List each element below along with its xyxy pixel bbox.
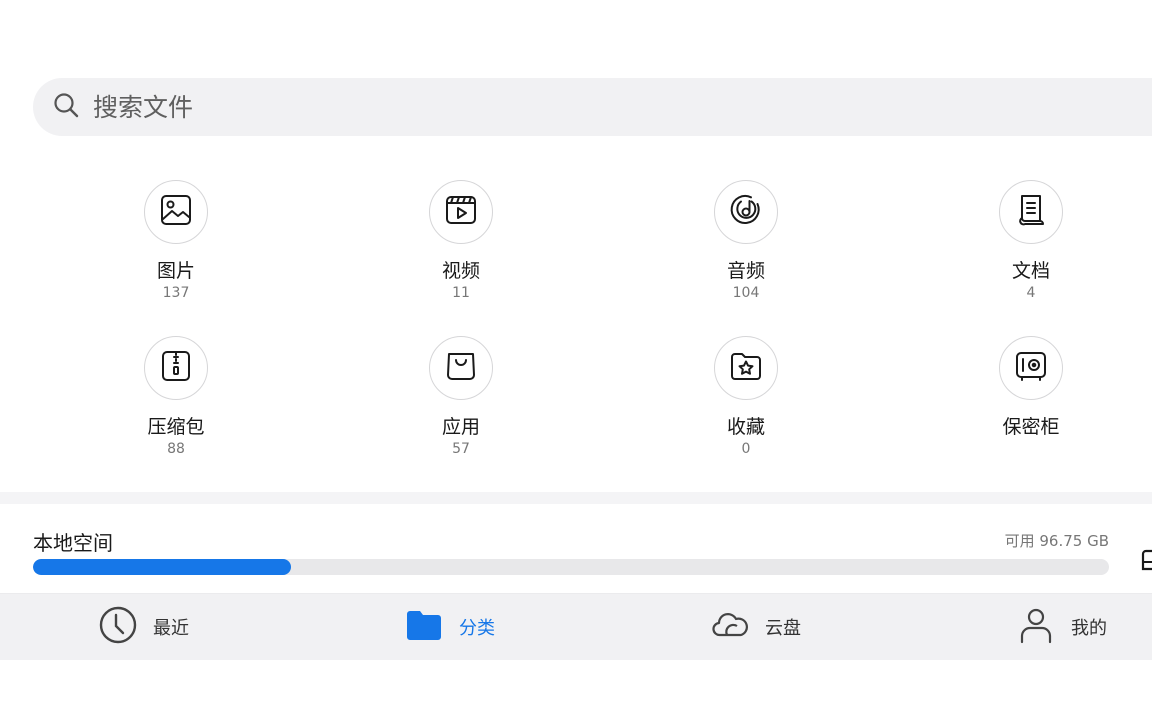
category-icon-circle: [429, 180, 493, 244]
category-icon-circle: [999, 336, 1063, 400]
category-label: 收藏: [726, 416, 765, 438]
category-documents[interactable]: 文档 4: [951, 180, 1111, 302]
storage-progress-bar: [33, 559, 1109, 575]
star-folder-icon: [729, 349, 763, 387]
search-icon: [53, 92, 79, 122]
category-videos[interactable]: 视频 11: [381, 180, 541, 302]
section-divider: [0, 492, 1152, 504]
nav-label: 我的: [1071, 618, 1107, 639]
category-label: 图片: [156, 260, 195, 282]
document-icon: [1014, 193, 1048, 231]
clock-icon: [99, 606, 137, 648]
category-label: 压缩包: [147, 416, 205, 438]
storage-title: 本地空间: [33, 531, 113, 555]
bottom-navigation: 最近 分类 云盘 我的: [0, 593, 1152, 660]
nav-label: 分类: [459, 618, 495, 639]
search-bar[interactable]: [33, 78, 1152, 136]
category-count: 57: [452, 441, 470, 457]
nav-label: 云盘: [765, 618, 801, 639]
category-icon-circle: [144, 336, 208, 400]
person-icon: [1017, 606, 1055, 648]
partial-edge-icon: [1141, 548, 1152, 572]
category-audio[interactable]: 音频 104: [666, 180, 826, 302]
category-images[interactable]: 图片 137: [96, 180, 256, 302]
image-icon: [159, 193, 193, 231]
category-count: 4: [1026, 285, 1036, 301]
category-count: 11: [452, 285, 470, 301]
nav-categories[interactable]: 分类: [405, 594, 495, 660]
music-disc-icon: [729, 193, 763, 231]
category-archives[interactable]: 压缩包 88: [96, 336, 256, 458]
category-count: 88: [167, 441, 185, 457]
category-label: 保密柜: [1002, 416, 1060, 438]
category-favorites[interactable]: 收藏 0: [666, 336, 826, 458]
zip-archive-icon: [159, 349, 193, 387]
category-label: 应用: [441, 416, 480, 438]
category-count: 0: [741, 441, 751, 457]
category-icon-circle: [714, 336, 778, 400]
category-safe[interactable]: 保密柜: [951, 336, 1111, 441]
cloud-icon: [711, 606, 749, 648]
category-icon-circle: [429, 336, 493, 400]
category-icon-circle: [714, 180, 778, 244]
storage-progress-fill: [33, 559, 292, 575]
category-label: 视频: [441, 260, 480, 282]
category-count: 137: [162, 285, 190, 301]
category-label: 文档: [1011, 260, 1050, 282]
storage-free-space: 可用 96.75 GB: [1004, 532, 1109, 550]
category-grid: 图片 137 视频 11 音频 104 文档 4 压缩包 88 应用 57 收藏…: [0, 180, 1152, 470]
folder-icon: [405, 606, 443, 648]
shopping-bag-icon: [444, 349, 478, 387]
category-count: 104: [732, 285, 760, 301]
category-label: 音频: [726, 260, 765, 282]
category-icon-circle: [999, 180, 1063, 244]
category-apps[interactable]: 应用 57: [381, 336, 541, 458]
search-input[interactable]: [93, 92, 693, 122]
nav-profile[interactable]: 我的: [1017, 594, 1107, 660]
category-icon-circle: [144, 180, 208, 244]
nav-recent[interactable]: 最近: [99, 594, 189, 660]
nav-cloud[interactable]: 云盘: [711, 594, 801, 660]
nav-label: 最近: [153, 618, 189, 639]
safe-icon: [1014, 349, 1048, 387]
video-icon: [444, 193, 478, 231]
